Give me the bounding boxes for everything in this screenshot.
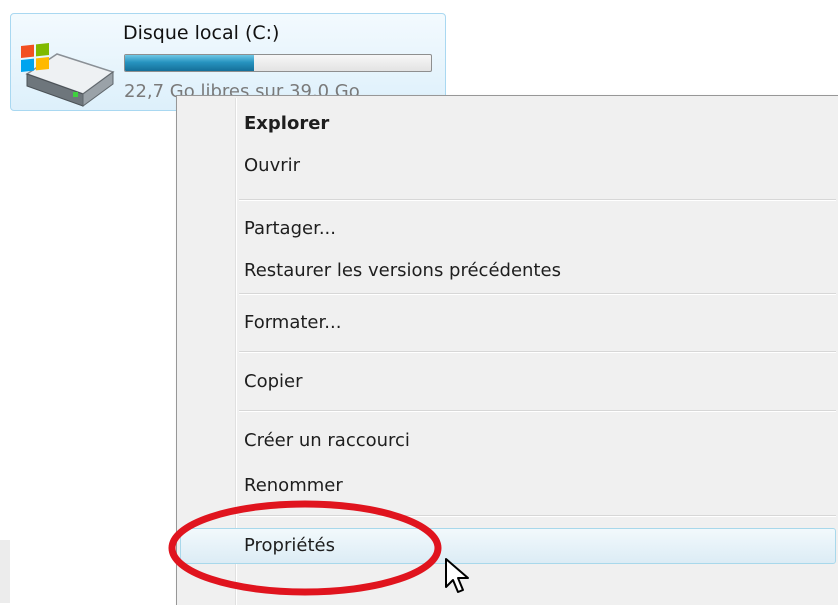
menu-item-renommer[interactable]: Renommer <box>180 468 836 504</box>
menu-item-ouvrir[interactable]: Ouvrir <box>180 148 836 184</box>
menu-item-restaurer-versions[interactable]: Restaurer les versions précédentes <box>180 253 836 289</box>
drive-name: Disque local (C:) <box>123 22 280 44</box>
menu-separator <box>239 293 836 295</box>
menu-separator <box>239 199 836 201</box>
menu-separator <box>239 351 836 353</box>
hard-drive-icon <box>21 43 115 107</box>
menu-separator <box>239 515 836 517</box>
menu-item-creer-raccourci[interactable]: Créer un raccourci <box>180 423 836 459</box>
mouse-pointer-icon <box>445 558 469 593</box>
drive-usage-bar <box>124 54 432 72</box>
drive-usage-fill <box>125 55 254 71</box>
menu-item-copier[interactable]: Copier <box>180 364 836 400</box>
context-menu: Explorer Ouvrir Partager... Restaurer le… <box>176 95 838 605</box>
menu-item-explorer[interactable]: Explorer <box>180 106 836 142</box>
menu-item-proprietes[interactable]: Propriétés <box>180 528 836 564</box>
menu-item-partager[interactable]: Partager... <box>180 211 836 247</box>
menu-separator <box>239 410 836 412</box>
background-panel-edge <box>0 540 10 603</box>
menu-item-formater[interactable]: Formater... <box>180 305 836 341</box>
